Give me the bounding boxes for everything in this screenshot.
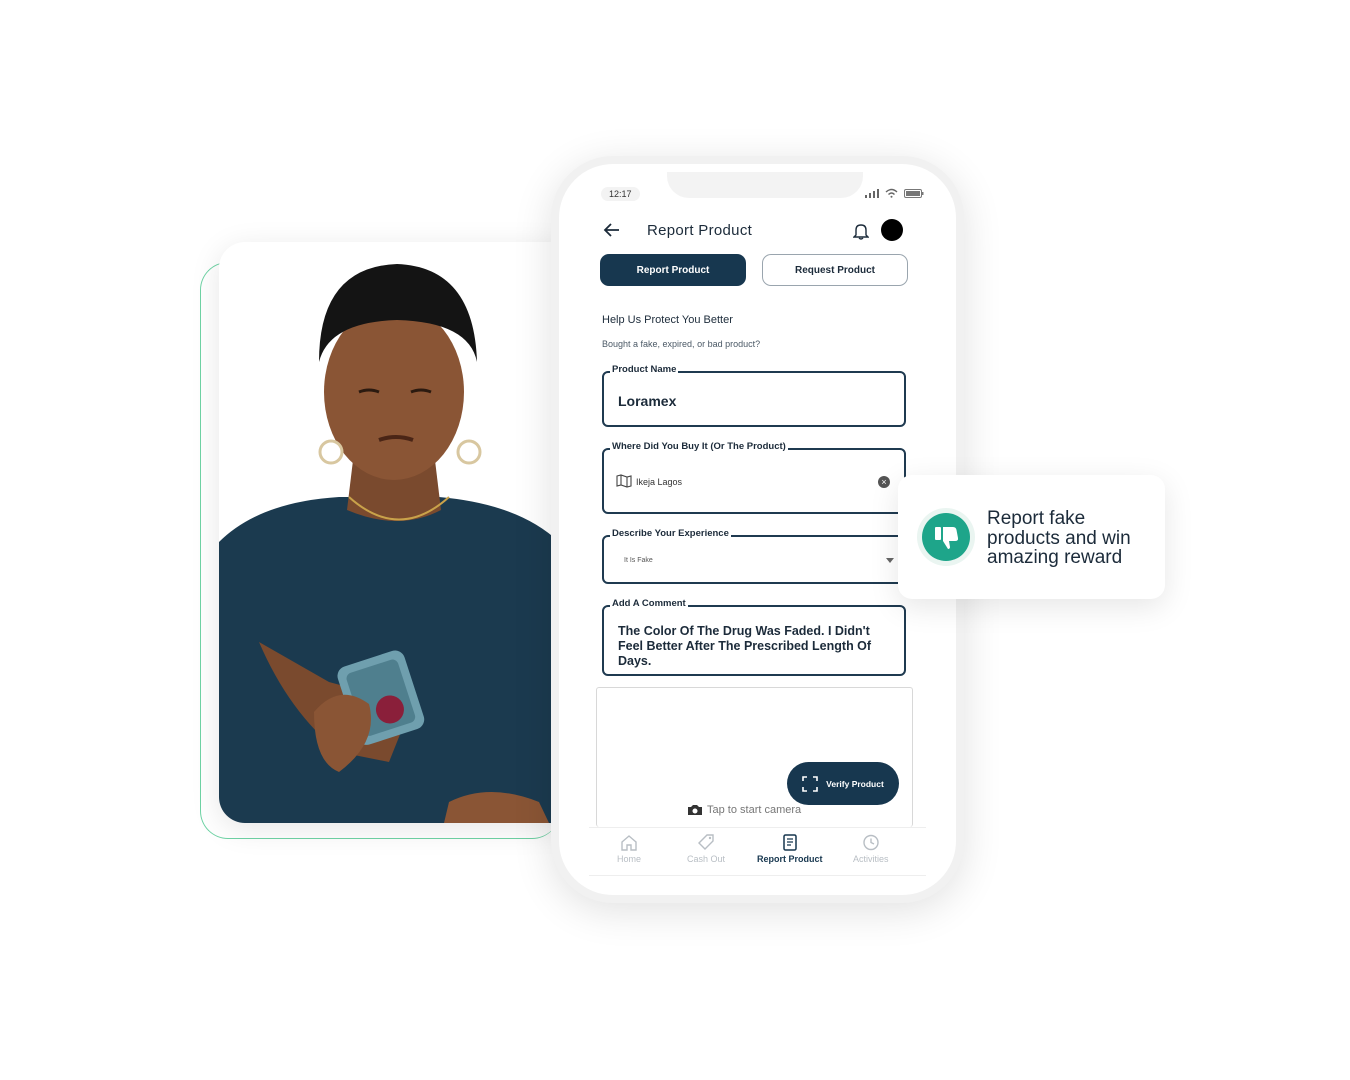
tab-bar: Report Product Request Product [600, 254, 910, 288]
wifi-icon [885, 188, 898, 198]
promo-badge [917, 508, 975, 566]
tag-icon [698, 834, 714, 850]
signal-icon [865, 188, 879, 198]
camera-hint: Tap to start camera [687, 804, 801, 816]
experience-value: It Is Fake [624, 557, 653, 564]
status-icons [865, 188, 924, 198]
section-title: Help Us Protect You Better [602, 314, 733, 326]
scan-icon [802, 775, 818, 792]
photo-card [219, 242, 579, 823]
tab-request-product[interactable]: Request Product [762, 254, 908, 286]
back-arrow-icon[interactable] [603, 222, 621, 238]
comment-value: The Color Of The Drug Was Faded. I Didn'… [618, 624, 872, 668]
home-icon [621, 835, 637, 851]
thumbs-down-icon [935, 527, 959, 549]
camera-hint-text: Tap to start camera [707, 804, 802, 816]
page-title: Report Product [647, 222, 753, 239]
map-icon [616, 474, 632, 488]
chevron-down-icon [886, 558, 894, 563]
purchase-location-value: Ikeja Lagos [636, 477, 683, 487]
nav-cash-out[interactable]: Cash Out [687, 834, 725, 864]
purchase-location-label: Where Did You Buy It (Or The Product) [610, 441, 788, 452]
comment-field[interactable]: Add A Comment The Color Of The Drug Was … [602, 598, 906, 676]
bell-icon[interactable] [853, 222, 869, 240]
app-header: Report Product [567, 216, 948, 246]
woman-with-phone-illustration [219, 264, 559, 823]
nav-report-product-label: Report Product [757, 854, 823, 864]
product-name-value: Loramex [618, 393, 677, 409]
experience-select[interactable]: Describe Your Experience It Is Fake [602, 528, 906, 584]
phone-notch [667, 172, 863, 198]
clear-icon[interactable]: × [878, 476, 890, 488]
verify-product-button[interactable]: Verify Product [787, 762, 899, 805]
document-icon [783, 834, 797, 851]
battery-icon [904, 188, 924, 198]
promo-text: Report fake products and win amazing rew… [987, 508, 1131, 568]
product-name-field[interactable]: Product Name Loramex [602, 364, 906, 427]
product-name-label: Product Name [610, 364, 679, 375]
camera-area[interactable]: Verify Product Tap to start camera [596, 687, 913, 827]
tab-report-product[interactable]: Report Product [600, 254, 746, 286]
nav-home[interactable]: Home [617, 834, 641, 864]
nav-home-label: Home [617, 854, 642, 864]
avatar[interactable] [881, 219, 903, 241]
section-subtitle: Bought a fake, expired, or bad product? [602, 339, 761, 349]
nav-activities[interactable]: Activities [853, 834, 889, 864]
purchase-location-field[interactable]: Where Did You Buy It (Or The Product) Ik… [602, 441, 906, 514]
promo-card: Report fake products and win amazing rew… [898, 475, 1165, 599]
phone-screen: 12:17 Report Product Report Product Requ… [567, 172, 948, 887]
nav-report-product[interactable]: Report Product [757, 834, 823, 864]
comment-label: Add A Comment [610, 598, 688, 609]
status-time: 12:17 [601, 187, 640, 201]
nav-cash-out-label: Cash Out [687, 854, 726, 864]
nav-activities-label: Activities [853, 854, 889, 864]
bottom-nav: Home Cash Out Report Product Activities [589, 827, 926, 876]
clock-icon [863, 834, 879, 851]
experience-label: Describe Your Experience [610, 528, 731, 539]
verify-product-label: Verify Product [826, 778, 884, 789]
camera-icon [688, 805, 702, 815]
